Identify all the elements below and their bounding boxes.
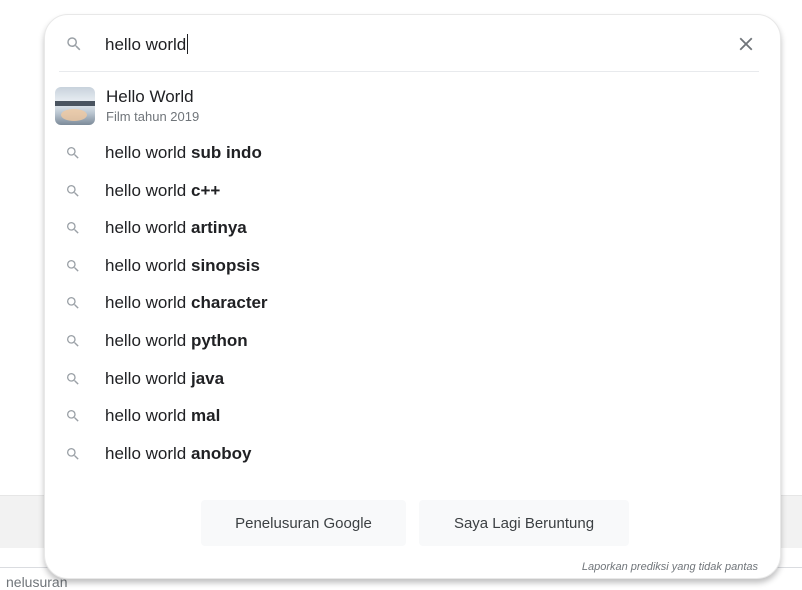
suggestion-item[interactable]: hello world anoboy bbox=[45, 436, 780, 474]
close-icon[interactable] bbox=[735, 33, 757, 55]
suggestion-prefix: hello world bbox=[105, 330, 191, 350]
suggestion-completion: sub indo bbox=[191, 143, 262, 162]
suggestion-item[interactable]: hello world sub indo bbox=[45, 135, 780, 173]
suggestion-text: hello world java bbox=[105, 369, 224, 389]
thumbnail-glow bbox=[61, 109, 87, 121]
suggestion-completion: java bbox=[191, 368, 225, 388]
suggestion-text: hello world mal bbox=[105, 406, 220, 426]
suggestion-item[interactable]: hello world python bbox=[45, 323, 780, 361]
suggestion-list: hello world sub indo hello world c++ hel… bbox=[45, 135, 780, 473]
google-search-button[interactable]: Penelusuran Google bbox=[201, 500, 406, 546]
suggestion-prefix: hello world bbox=[105, 143, 191, 162]
search-icon bbox=[67, 259, 79, 272]
search-suggestions-dropdown: hello world Hello World Film tahun 2019 … bbox=[44, 14, 781, 579]
search-icon bbox=[67, 297, 79, 310]
search-icon bbox=[67, 184, 79, 197]
thumbnail-band bbox=[55, 101, 95, 106]
feeling-lucky-button[interactable]: Saya Lagi Beruntung bbox=[419, 500, 629, 546]
suggestion-item[interactable]: hello world java bbox=[45, 361, 780, 399]
suggestion-prefix: hello world bbox=[105, 218, 191, 238]
suggestion-item[interactable]: hello world c++ bbox=[45, 173, 780, 211]
suggestion-prefix: hello world bbox=[105, 180, 191, 200]
report-predictions-link[interactable]: Laporkan prediksi yang tidak pantas bbox=[582, 561, 758, 573]
suggestion-item[interactable]: hello world character bbox=[45, 285, 780, 323]
search-icon bbox=[67, 372, 79, 385]
suggestion-completion: mal bbox=[191, 406, 221, 426]
search-icon bbox=[67, 147, 79, 159]
search-icon bbox=[67, 447, 79, 460]
search-divider bbox=[59, 71, 759, 72]
entity-title: Hello World bbox=[106, 87, 194, 106]
suggestion-text: hello world anoboy bbox=[105, 444, 251, 464]
entity-suggestion[interactable]: Hello World Film tahun 2019 bbox=[45, 85, 780, 127]
suggestion-completion: sinopsis bbox=[191, 255, 260, 275]
search-icon bbox=[67, 334, 79, 347]
suggestion-prefix: hello world bbox=[105, 368, 191, 388]
suggestion-completion: artinya bbox=[191, 218, 247, 238]
movie-poster-thumbnail bbox=[55, 87, 95, 125]
suggestion-text: hello world sub indo bbox=[105, 143, 262, 163]
suggestion-text: hello world artinya bbox=[105, 218, 247, 238]
suggestion-prefix: hello world bbox=[105, 443, 191, 463]
suggestion-text: hello world python bbox=[105, 331, 248, 351]
suggestion-completion: c++ bbox=[191, 180, 221, 200]
search-query-text: hello world bbox=[105, 35, 187, 54]
suggestion-prefix: hello world bbox=[105, 255, 191, 275]
suggestion-completion: character bbox=[191, 293, 268, 313]
text-caret bbox=[187, 34, 189, 54]
suggestion-item[interactable]: hello world sinopsis bbox=[45, 248, 780, 286]
search-icon bbox=[67, 37, 81, 51]
search-icon bbox=[67, 410, 79, 422]
suggestion-completion: anoboy bbox=[191, 443, 252, 463]
search-icon bbox=[67, 222, 79, 234]
search-input[interactable]: hello world bbox=[105, 34, 189, 55]
entity-subtitle: Film tahun 2019 bbox=[106, 109, 200, 124]
suggestion-completion: python bbox=[191, 330, 248, 350]
search-box: hello world bbox=[45, 15, 780, 73]
suggestion-item[interactable]: hello world mal bbox=[45, 398, 780, 436]
suggestion-prefix: hello world bbox=[105, 293, 191, 313]
suggestion-prefix: hello world bbox=[105, 406, 191, 426]
suggestion-item[interactable]: hello world artinya bbox=[45, 210, 780, 248]
suggestion-text: hello world character bbox=[105, 293, 268, 313]
suggestion-text: hello world sinopsis bbox=[105, 256, 260, 276]
suggestion-text: hello world c++ bbox=[105, 181, 220, 201]
